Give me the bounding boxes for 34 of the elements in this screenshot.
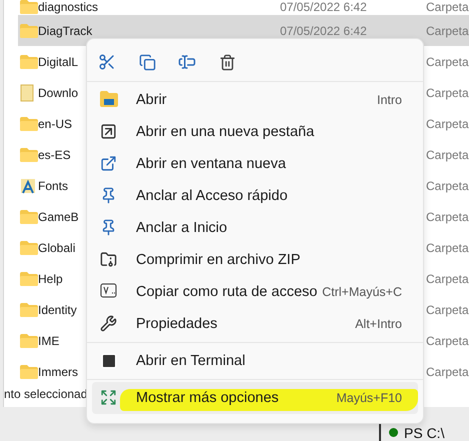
file-type: Carpeta [426,54,469,68]
status-text: nto seleccionad [4,387,88,403]
file-name: Identity [38,302,77,316]
file-name: es-ES [38,148,71,162]
shortcut-text: Mayús+F10 [336,391,402,405]
file-type: Carpeta [426,116,469,130]
shortcut-text: Ctrl+Mayús+C [322,285,402,299]
file-name: Downlo [38,86,78,100]
file-type: Carpeta [426,86,469,100]
file-type: Carpeta [426,334,469,348]
file-type: Carpeta [426,24,469,38]
shortcut-text: Intro [376,93,402,107]
file-name: en-US [38,116,72,130]
file-name: GameB [38,210,79,224]
file-date: 07/05/2022 6:42 [280,24,367,38]
file-name: Globali [38,240,76,254]
file-name: DiagTrack [38,24,92,38]
file-type: Carpeta [426,210,469,224]
file-name: Help [38,272,63,286]
file-type: Carpeta [426,178,469,192]
file-name: DigitalL [38,54,78,68]
file-name: Fonts [38,178,68,192]
terminal-tab-title: PS C:\ [404,424,444,440]
file-name: Immers [38,364,78,378]
file-type: Carpeta [426,302,469,316]
file-type: Carpeta [426,364,469,378]
file-name: diagnostics [38,0,98,14]
file-type: Carpeta [426,240,469,254]
file-type: Carpeta [426,148,469,162]
file-type: Carpeta [426,272,469,286]
file-name: IME [38,334,60,348]
file-date: 07/05/2022 6:42 [280,0,367,14]
file-type: Carpeta [426,0,469,14]
shortcut-text: Alt+Intro [355,317,402,331]
